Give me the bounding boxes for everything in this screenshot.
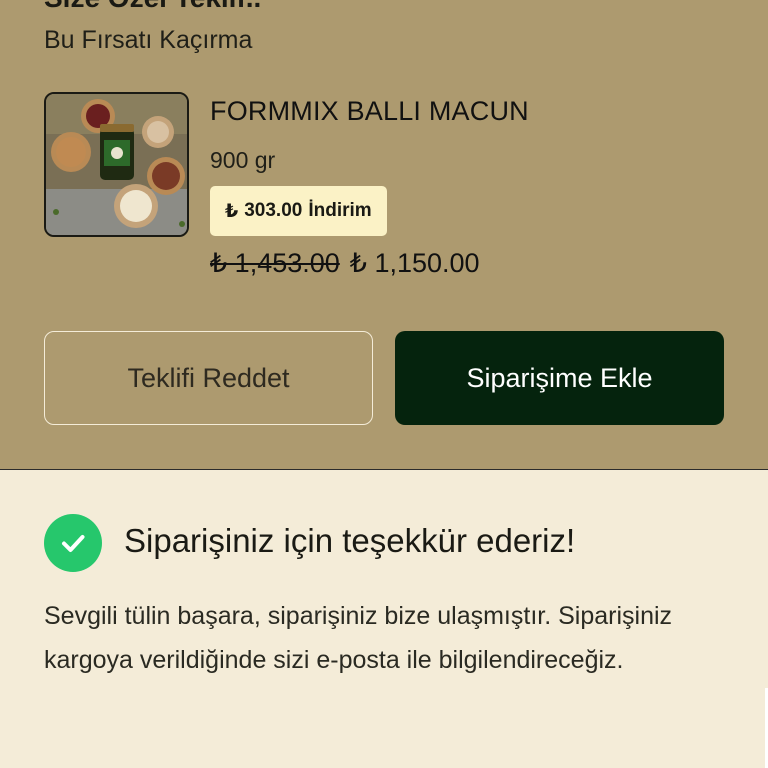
- reject-offer-button[interactable]: Teklifi Reddet: [44, 331, 373, 425]
- product-weight: 900 gr: [210, 147, 276, 173]
- old-price: ₺ 1,453.00: [210, 248, 340, 278]
- confirmation-message: Sevgili tülin başara, siparişiniz bize u…: [44, 602, 673, 674]
- discount-badge: ₺ 303.00 İndirim: [210, 186, 387, 236]
- offer-subtitle: Bu Fırsatı Kaçırma: [44, 26, 253, 54]
- product-name: FORMMIX BALLI MACUN: [210, 96, 529, 126]
- upsell-offer-panel: Size Özel Teklif.. Bu Fırsatı Kaçırma FO…: [0, 0, 768, 470]
- new-price: ₺ 1,150.00: [349, 248, 480, 278]
- check-circle-icon: [44, 514, 102, 572]
- discount-amount: 303.00: [244, 200, 303, 221]
- offer-title: Size Özel Teklif..: [44, 0, 261, 14]
- product-image: [44, 92, 189, 237]
- add-to-order-button[interactable]: Siparişime Ekle: [395, 331, 724, 425]
- confirmation-title: Siparişiniz için teşekkür ederiz!: [124, 522, 576, 559]
- discount-label: İndirim: [308, 200, 372, 221]
- order-confirmation: Siparişiniz için teşekkür ederiz! Sevgil…: [0, 470, 768, 768]
- discount-currency: ₺: [225, 200, 239, 222]
- price-row: ₺ 1,453.00 ₺ 1,150.00: [210, 248, 480, 279]
